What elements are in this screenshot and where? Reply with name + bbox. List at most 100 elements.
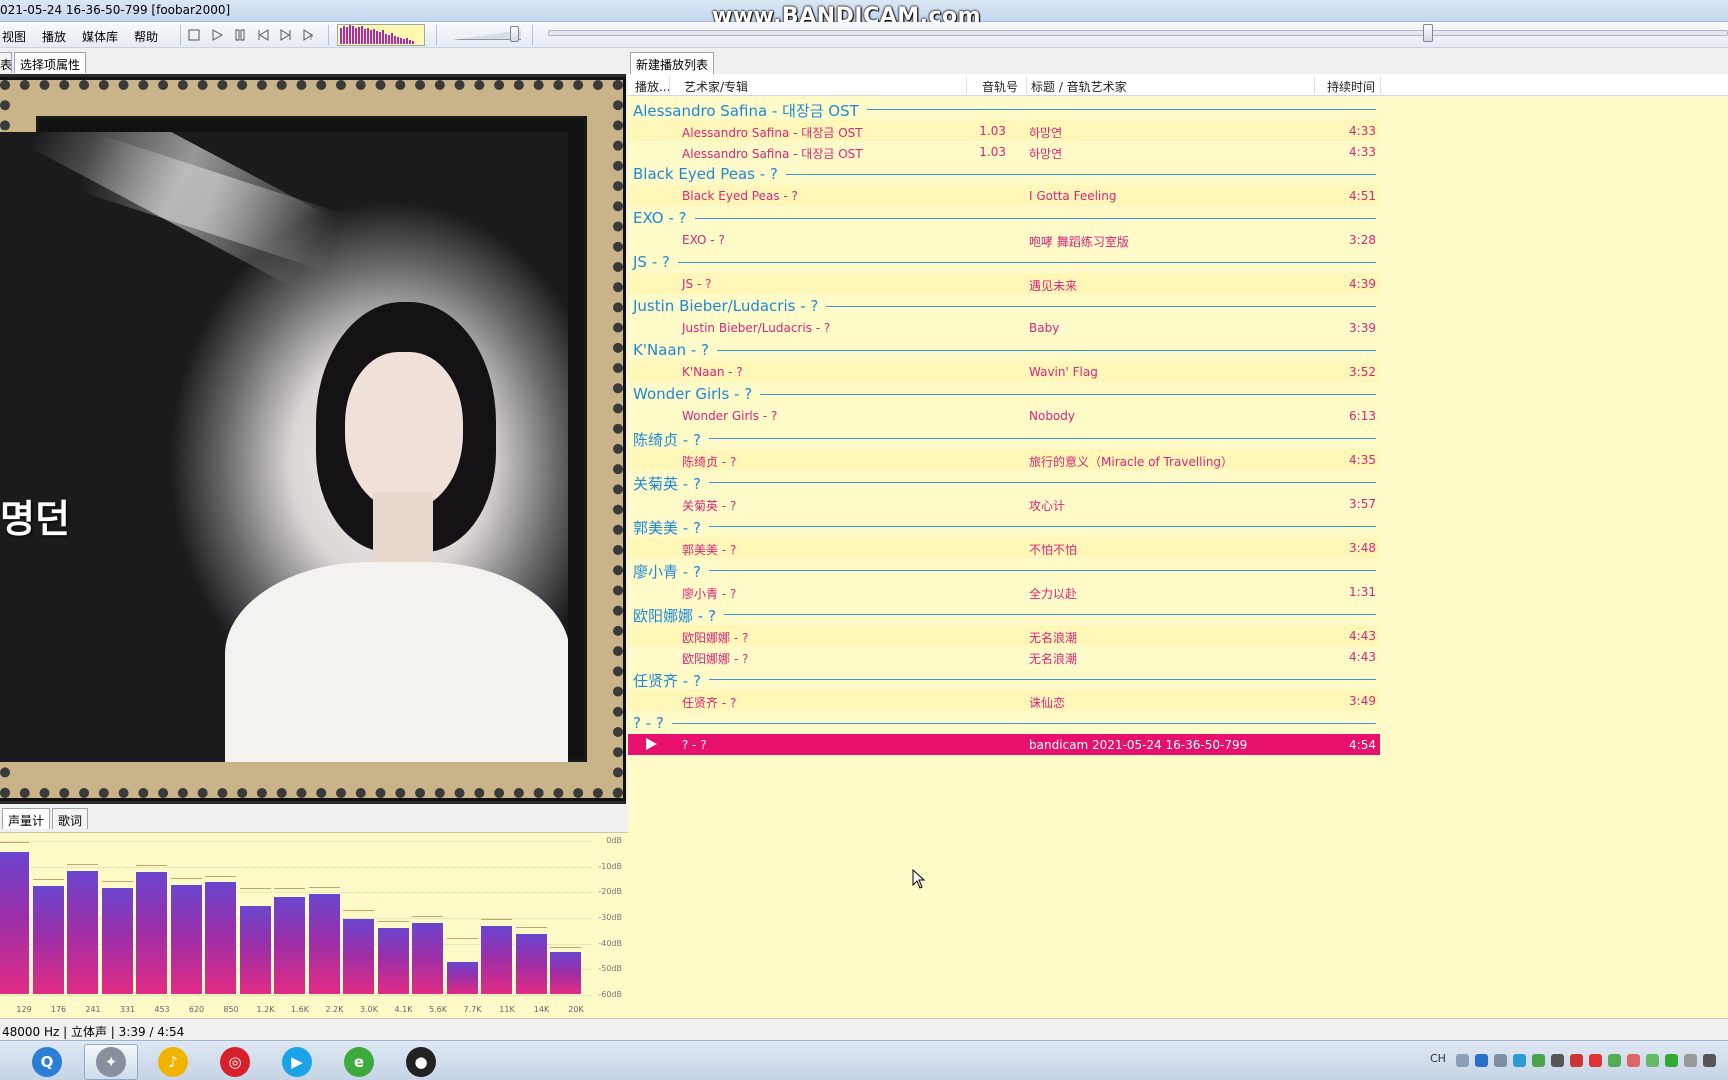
playlist-track-row[interactable]: JS - ? 遇见未来 4:39 — [628, 273, 1380, 294]
playlist-track-row[interactable]: EXO - ? 咆哮 舞蹈练习室版 3:28 — [628, 229, 1380, 250]
playlist-group-header[interactable]: 陈绮贞 - ? — [628, 427, 1380, 450]
browser-glyph-icon: e — [344, 1047, 374, 1077]
playlist-group-header[interactable]: Wonder Girls - ? — [628, 383, 1380, 405]
tray-icon[interactable] — [1513, 1054, 1526, 1067]
pause-icon[interactable] — [231, 26, 249, 44]
db-scale-label: 0dB — [606, 836, 622, 845]
playlist-group-header[interactable]: 廖小青 - ? — [628, 559, 1380, 582]
playlist-track-row[interactable]: Justin Bieber/Ludacris - ? Baby 3:39 — [628, 317, 1380, 338]
tray-icon[interactable] — [1532, 1054, 1545, 1067]
group-title: JS - ? — [633, 253, 678, 271]
playlist-group-header[interactable]: EXO - ? — [628, 207, 1380, 229]
tray-icon[interactable] — [1684, 1054, 1697, 1067]
track-duration: 6:13 — [1349, 409, 1376, 423]
youku-app-icon[interactable]: ▶ — [270, 1044, 324, 1080]
playlist-group-header[interactable]: Alessandro Safina - 대장금 OST — [628, 98, 1380, 121]
playlist-group-header[interactable]: Justin Bieber/Ludacris - ? — [628, 295, 1380, 317]
next-icon[interactable] — [277, 26, 295, 44]
volume-thumb[interactable] — [510, 26, 519, 42]
bandicam-app-icon[interactable]: ● — [394, 1044, 448, 1080]
playlist-track-row[interactable]: 廖小青 - ? 全力以赴 1:31 — [628, 581, 1380, 602]
spectrum-bar — [136, 872, 167, 994]
stop-icon[interactable] — [185, 26, 203, 44]
menu-playback[interactable]: 播放 — [42, 28, 66, 45]
track-duration: 1:31 — [1349, 585, 1376, 599]
foobar-app-icon[interactable]: ✦ — [84, 1044, 138, 1080]
play-icon[interactable] — [208, 26, 226, 44]
spectrum-bar — [170, 884, 202, 994]
mini-visualizer-bar — [409, 40, 411, 44]
spectrum-peak — [412, 916, 443, 917]
column-duration[interactable]: 持续时间 — [1327, 78, 1375, 95]
random-icon[interactable]: ? — [300, 26, 318, 44]
mini-visualizer-bar — [364, 29, 366, 44]
tray-icon[interactable] — [1703, 1054, 1716, 1067]
tray-icon[interactable] — [1551, 1054, 1564, 1067]
playlist-group-header[interactable]: Black Eyed Peas - ? — [628, 163, 1380, 185]
menu-help[interactable]: 帮助 — [134, 28, 158, 45]
column-title[interactable]: 标题 / 音轨艺术家 — [1031, 78, 1127, 95]
playlist-view[interactable]: Alessandro Safina - 대장금 OST Alessandro Sa… — [628, 96, 1728, 1018]
tray-icon[interactable] — [1570, 1054, 1583, 1067]
previous-icon[interactable] — [254, 26, 272, 44]
tray-icon[interactable] — [1456, 1054, 1469, 1067]
svg-text:?: ? — [309, 33, 313, 41]
spectrum-bar — [67, 870, 98, 994]
netease-music-app-icon[interactable]: ◎ — [208, 1044, 262, 1080]
playlist-group-header[interactable]: 郭美美 - ? — [628, 515, 1380, 538]
column-track-number[interactable]: 音轨号 — [982, 78, 1018, 95]
playlist-group-header[interactable]: JS - ? — [628, 251, 1380, 273]
playlist-track-row[interactable]: 关菊英 - ? 攻心计 3:57 — [628, 493, 1380, 514]
input-language-indicator[interactable]: CH — [1430, 1052, 1446, 1065]
track-title: 无名浪潮 — [1029, 652, 1078, 666]
playlist-group-header[interactable]: 欧阳娜娜 - ? — [628, 603, 1380, 626]
track-duration: 3:52 — [1349, 365, 1376, 379]
track-title: 하망연 — [1029, 147, 1063, 161]
playlist-track-row[interactable]: 郭美美 - ? 不怕不怕 3:48 — [628, 537, 1380, 558]
playlist-track-row[interactable]: 欧阳娜娜 - ? 无名浪潮 4:43 — [628, 646, 1380, 667]
tab-playlist-manager[interactable]: 表 — [0, 52, 12, 73]
playlist-group-header[interactable]: ? - ? — [628, 712, 1380, 734]
column-artist-album[interactable]: 艺术家/专辑 — [684, 78, 748, 95]
frequency-label: 2.2K — [325, 1005, 344, 1014]
playlist-track-row[interactable]: K'Naan - ? Wavin' Flag 3:52 — [628, 361, 1380, 382]
playlist-track-row[interactable]: Alessandro Safina - 대장금 OST 1.03 하망연 4:33 — [628, 120, 1380, 141]
playlist-track-row[interactable]: Wonder Girls - ? Nobody 6:13 — [628, 405, 1380, 426]
track-title: 하망연 — [1029, 126, 1063, 140]
qqmusic-app-icon[interactable]: ♪ — [146, 1044, 200, 1080]
tray-icon[interactable] — [1589, 1054, 1602, 1067]
track-artist-album: Alessandro Safina - 대장금 OST — [682, 147, 863, 161]
track-title: bandicam 2021-05-24 16-36-50-799 — [1029, 738, 1248, 752]
track-artist-album: 关菊英 - ? — [682, 499, 737, 513]
tray-icon[interactable] — [1475, 1054, 1488, 1067]
playlist-track-row[interactable]: 欧阳娜娜 - ? 无名浪潮 4:43 — [628, 625, 1380, 646]
volume-slider[interactable] — [449, 24, 521, 46]
now-playing-row[interactable]: ? - ? bandicam 2021-05-24 16-36-50-799 4:5… — [628, 734, 1380, 755]
playlist-group-header[interactable]: 任贤齐 - ? — [628, 668, 1380, 691]
menu-library[interactable]: 媒体库 — [82, 28, 118, 45]
playlist-group-header[interactable]: 关菊英 - ? — [628, 471, 1380, 494]
frequency-label: 850 — [223, 1005, 239, 1014]
tab-lyrics[interactable]: 歌词 — [52, 808, 89, 829]
column-playing[interactable]: 播放... — [635, 78, 670, 95]
playlist-track-row[interactable]: 任贤齐 - ? 诛仙恋 3:49 — [628, 690, 1380, 711]
tab-selection-properties[interactable]: 选择项属性 — [14, 52, 87, 73]
tab-new-playlist[interactable]: 新建播放列表 — [630, 52, 715, 74]
tab-volume-meter[interactable]: 声量计 — [2, 808, 51, 829]
tray-icon[interactable] — [1627, 1054, 1640, 1067]
tray-icon[interactable] — [1494, 1054, 1507, 1067]
tray-icon[interactable] — [1646, 1054, 1659, 1067]
playlist-track-row[interactable]: Alessandro Safina - 대장금 OST 1.03 하망연 4:33 — [628, 141, 1380, 162]
track-number: 1.03 — [979, 124, 1006, 138]
tray-icon[interactable] — [1665, 1054, 1678, 1067]
playlist-track-row[interactable]: Black Eyed Peas - ? I Gotta Feeling 4:51 — [628, 185, 1380, 206]
seek-thumb[interactable] — [1423, 24, 1434, 42]
seek-bar[interactable] — [548, 24, 1728, 42]
playlist-group-header[interactable]: K'Naan - ? — [628, 339, 1380, 361]
browser-app-icon[interactable]: e — [332, 1044, 386, 1080]
search-app-icon[interactable]: Q — [20, 1044, 74, 1080]
track-artist-album: 欧阳娜娜 - ? — [682, 652, 749, 666]
menu-view[interactable]: 视图 — [2, 28, 26, 45]
tray-icon[interactable] — [1608, 1054, 1621, 1067]
playlist-track-row[interactable]: 陈绮贞 - ? 旅行的意义（Miracle of Travelling） 4:35 — [628, 449, 1380, 470]
